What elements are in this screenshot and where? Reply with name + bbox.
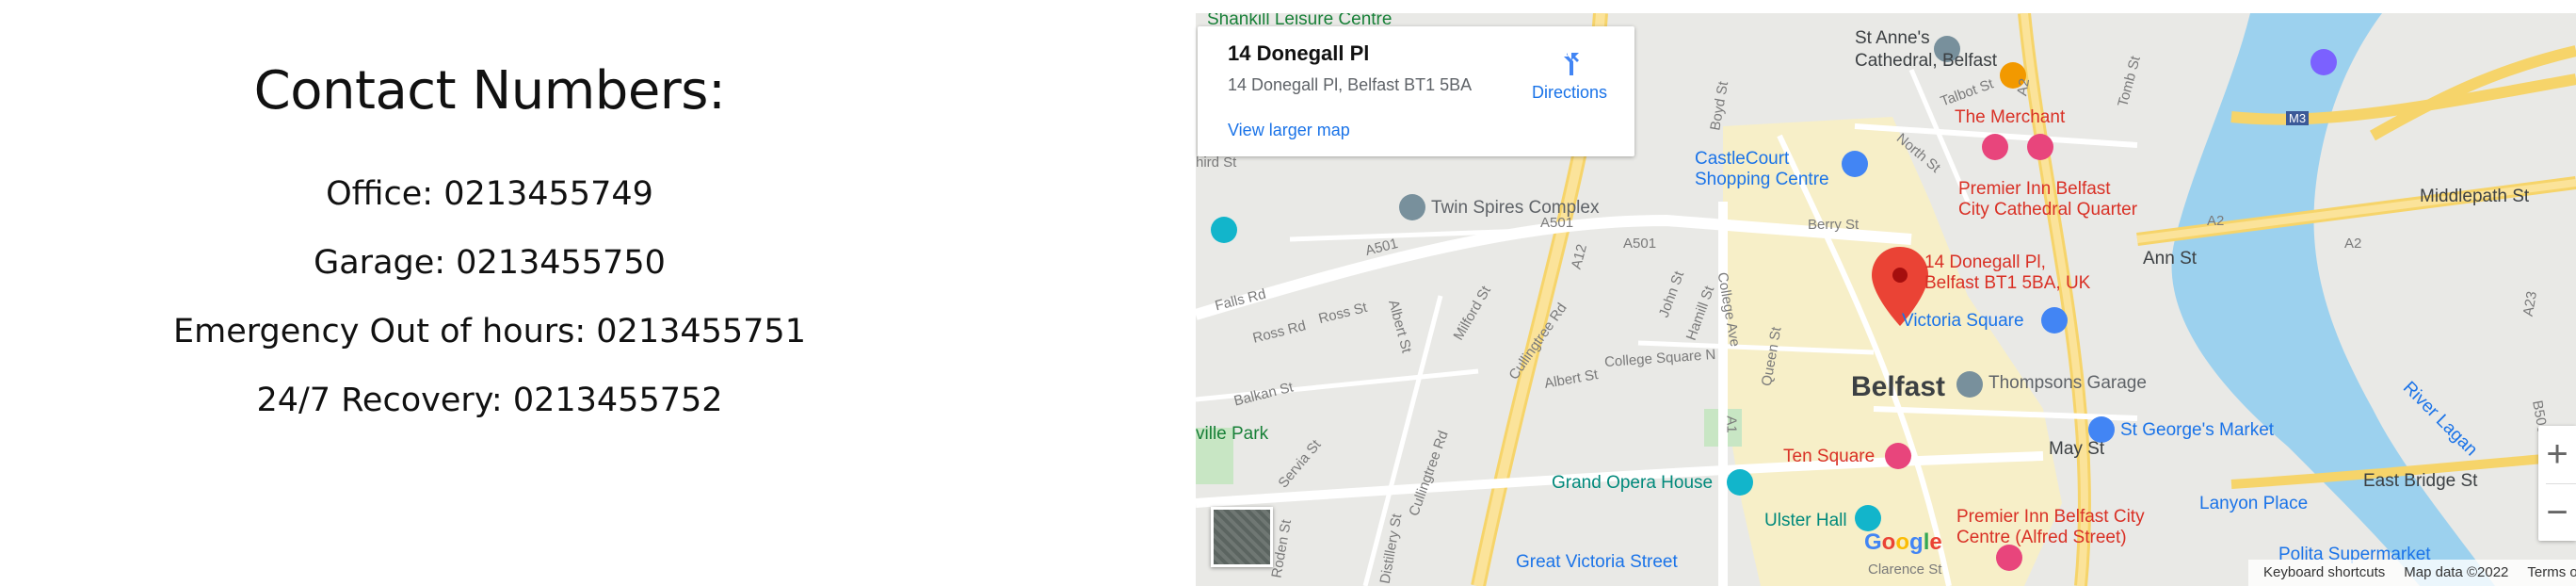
map-footer: Keyboard shortcuts Map data ©2022 Terms of bbox=[2248, 560, 2576, 586]
pin-label-line2[interactable]: Belfast BT1 5BA, UK bbox=[1924, 273, 2090, 294]
label-thompsons[interactable]: Thompsons Garage bbox=[1988, 373, 2147, 394]
label-premier-inn-av-2[interactable]: Centre (Alfred Street) bbox=[1956, 528, 2127, 548]
directions-icon bbox=[1560, 53, 1579, 75]
label-belfast: Belfast bbox=[1851, 371, 1946, 402]
label-st-annes-1[interactable]: St Anne's bbox=[1855, 28, 1930, 49]
label-st-georges[interactable]: St George's Market bbox=[2120, 420, 2274, 441]
label-great-victoria[interactable]: Great Victoria Street bbox=[1516, 552, 1678, 573]
place-address: 14 Donegall Pl, Belfast BT1 5BA bbox=[1228, 75, 1473, 94]
zoom-control: + − bbox=[2538, 426, 2576, 541]
label-twin-spires[interactable]: Twin Spires Complex bbox=[1431, 198, 1599, 219]
map-data-label: Map data ©2022 bbox=[2404, 564, 2509, 580]
label-merchant[interactable]: The Merchant bbox=[1955, 107, 2065, 128]
street-berry-st: Berry St bbox=[1808, 217, 1860, 233]
street-a2-2: A2 bbox=[2207, 213, 2225, 229]
label-ulster-hall[interactable]: Ulster Hall bbox=[1764, 511, 1847, 531]
garage-number: Garage: 0213455750 bbox=[314, 244, 666, 282]
street-a501-2: A501 bbox=[1540, 215, 1574, 231]
recovery-number: 24/7 Recovery: 0213455752 bbox=[256, 382, 723, 419]
label-east-bridge: East Bridge St bbox=[2363, 471, 2478, 491]
keyboard-shortcuts-link[interactable]: Keyboard shortcuts bbox=[2263, 564, 2385, 580]
label-castlecourt-2[interactable]: Shopping Centre bbox=[1695, 170, 1829, 190]
directions-button[interactable]: Directions bbox=[1518, 40, 1621, 115]
contact-section: Contact Numbers: Office: 0213455749 Gara… bbox=[0, 0, 979, 586]
satellite-toggle[interactable] bbox=[1211, 507, 1273, 567]
label-ville-park[interactable]: ville Park bbox=[1196, 424, 1268, 445]
label-victoria-square[interactable]: Victoria Square bbox=[1902, 311, 2024, 332]
directions-label: Directions bbox=[1531, 83, 1608, 102]
label-may-st: May St bbox=[2049, 439, 2105, 459]
label-castlecourt-1[interactable]: CastleCourt bbox=[1695, 149, 1789, 170]
zoom-in-button[interactable]: + bbox=[2538, 426, 2576, 482]
street-m3: M3 bbox=[2286, 111, 2310, 125]
contact-heading: Contact Numbers: bbox=[253, 60, 726, 122]
label-premier-inn-cq-1[interactable]: Premier Inn Belfast bbox=[1958, 179, 2111, 200]
street-a2-3: A2 bbox=[2344, 236, 2362, 252]
label-st-annes-2[interactable]: Cathedral, Belfast bbox=[1855, 51, 1997, 72]
label-middlepath: Middlepath St bbox=[2420, 187, 2530, 206]
zoom-out-button[interactable]: − bbox=[2538, 484, 2576, 541]
street-a501-3: A501 bbox=[1623, 236, 1657, 252]
map-info-card: 14 Donegall Pl 14 Donegall Pl, Belfast B… bbox=[1198, 26, 1634, 156]
street-a1: A1 bbox=[1723, 415, 1740, 433]
label-ten-square[interactable]: Ten Square bbox=[1783, 447, 1875, 467]
view-larger-map-link[interactable]: View larger map bbox=[1228, 121, 1350, 140]
label-ann-st: Ann St bbox=[2143, 249, 2198, 269]
place-title: 14 Donegall Pl bbox=[1228, 41, 1370, 65]
google-logo: Google bbox=[1864, 529, 1942, 555]
street-a2-1: A2 bbox=[2014, 76, 2034, 98]
label-lanyon-place[interactable]: Lanyon Place bbox=[2199, 494, 2308, 514]
terms-link[interactable]: Terms of bbox=[2527, 564, 2576, 580]
street-third-st: hird St bbox=[1196, 155, 1237, 171]
label-premier-inn-cq-2[interactable]: City Cathedral Quarter bbox=[1958, 200, 2137, 220]
pin-label-line1[interactable]: 14 Donegall Pl, bbox=[1924, 252, 2046, 273]
label-premier-inn-av-1[interactable]: Premier Inn Belfast City bbox=[1956, 507, 2145, 528]
office-number: Office: 0213455749 bbox=[326, 175, 653, 213]
emergency-number: Emergency Out of hours: 0213455751 bbox=[173, 313, 806, 350]
label-grand-opera[interactable]: Grand Opera House bbox=[1552, 473, 1713, 494]
street-clarence-st: Clarence St bbox=[1868, 562, 1942, 578]
